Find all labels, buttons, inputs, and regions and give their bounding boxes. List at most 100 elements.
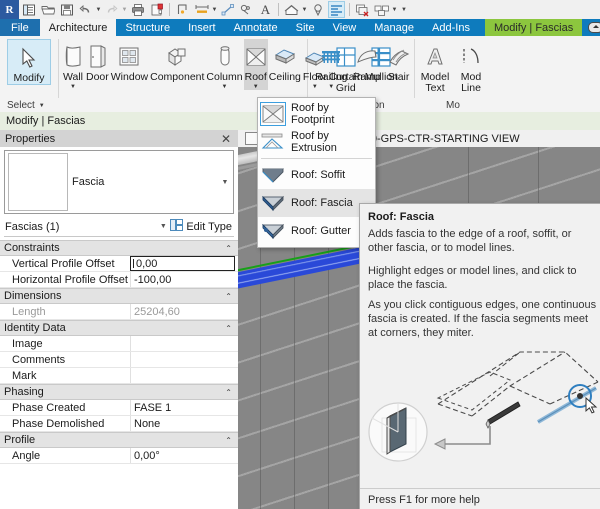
roof-button[interactable]: Roof ▼	[243, 39, 268, 90]
menu-item-roof-gutter[interactable]: Roof: Gutter	[258, 217, 375, 245]
chevron-down-icon[interactable]: ▼	[217, 179, 233, 186]
roof-gutter-icon	[261, 220, 285, 242]
ribbon-tab-bar: File Architecture Structure Insert Annot…	[0, 19, 600, 36]
tab-modify-fascias[interactable]: Modify | Fascias	[484, 19, 583, 36]
application-menu-button[interactable]: R	[0, 0, 19, 19]
open-folder-icon[interactable]	[39, 1, 56, 18]
phase-created-value[interactable]: FASE 1	[130, 400, 238, 415]
tag-by-category-icon[interactable]	[219, 1, 236, 18]
chevron-down-icon[interactable]: ▼	[328, 84, 334, 90]
table-row[interactable]: Vertical Profile Offset 0,00	[0, 256, 238, 272]
chevron-up-icon[interactable]: ⌃	[225, 324, 238, 333]
chevron-up-icon[interactable]: ⌃	[225, 292, 238, 301]
menu-item-roof-by-footprint[interactable]: Roof by Footprint	[258, 100, 375, 128]
modify-button[interactable]: Modify	[7, 39, 51, 85]
section-icon[interactable]	[309, 1, 326, 18]
comments-input[interactable]	[130, 352, 238, 367]
instance-selector-label[interactable]: Fascias (1)	[4, 221, 156, 233]
chevron-down-icon[interactable]: ▼	[39, 103, 45, 109]
redo-icon[interactable]	[103, 1, 120, 18]
horizontal-profile-offset-input[interactable]: -100,00	[130, 272, 238, 287]
ribbon-display-options[interactable]: ▼	[582, 19, 600, 36]
tab-insert[interactable]: Insert	[179, 19, 225, 36]
table-row[interactable]: Image	[0, 336, 238, 352]
menu-item-roof-soffit[interactable]: Roof: Soffit	[258, 161, 375, 189]
close-icon[interactable]: ✕	[218, 133, 234, 145]
chevron-up-icon[interactable]: ⌃	[225, 436, 238, 445]
switch-windows-dropdown-arrow[interactable]: ▼	[391, 1, 398, 18]
ceiling-button[interactable]: Ceiling	[268, 39, 302, 83]
type-selector[interactable]: Fascia ▼	[4, 150, 234, 214]
component-button[interactable]: Component	[149, 39, 205, 83]
image-input[interactable]	[130, 336, 238, 351]
customize-qat-icon[interactable]: ▼	[398, 1, 410, 18]
tab-file[interactable]: File	[0, 19, 40, 36]
group-phasing[interactable]: Phasing ⌃	[0, 384, 238, 400]
group-dimensions[interactable]: Dimensions ⌃	[0, 288, 238, 304]
ramp-button-label: Ramp	[352, 71, 381, 83]
tab-structure[interactable]: Structure	[116, 19, 179, 36]
stair-button[interactable]: Stair	[383, 39, 414, 83]
railing-button[interactable]: Railing ▼	[312, 39, 350, 90]
default-3d-view-icon[interactable]	[283, 1, 300, 18]
ramp-button[interactable]: Ramp	[350, 39, 383, 83]
undo-icon[interactable]	[77, 1, 94, 18]
table-row[interactable]: Phase Demolished None	[0, 416, 238, 432]
table-row[interactable]: Mark	[0, 368, 238, 384]
group-constraints[interactable]: Constraints ⌃	[0, 240, 238, 256]
group-label: Profile	[4, 434, 36, 446]
thin-lines-icon[interactable]	[328, 1, 345, 18]
view-dropdown-arrow[interactable]: ▼	[301, 1, 308, 18]
angle-value[interactable]: 0,00°	[130, 448, 238, 463]
switch-windows-icon[interactable]	[373, 1, 390, 18]
tag-icon[interactable]	[174, 1, 191, 18]
group-identity-data[interactable]: Identity Data ⌃	[0, 320, 238, 336]
align-dimension-icon[interactable]	[193, 1, 210, 18]
redo-dropdown-arrow[interactable]: ▼	[121, 1, 128, 18]
table-row[interactable]: Angle 0,00°	[0, 448, 238, 464]
measure-icon[interactable]	[148, 1, 165, 18]
vertical-profile-offset-input[interactable]: 0,00	[130, 256, 235, 271]
dimension-dropdown-arrow[interactable]: ▼	[211, 1, 218, 18]
table-row[interactable]: Horizontal Profile Offset -100,00	[0, 272, 238, 288]
roof-icon	[245, 42, 267, 72]
model-text-button[interactable]: Model Text	[417, 39, 453, 94]
param-label: Phase Demolished	[12, 417, 105, 430]
chevron-up-icon[interactable]: ⌃	[225, 388, 238, 397]
print-icon[interactable]	[129, 1, 146, 18]
chevron-down-icon[interactable]: ▼	[70, 84, 76, 90]
toolbar-divider	[169, 3, 170, 16]
save-icon[interactable]	[58, 1, 75, 18]
tab-site[interactable]: Site	[287, 19, 324, 36]
tab-view[interactable]: View	[324, 19, 366, 36]
menu-item-roof-fascia[interactable]: Roof: Fascia	[258, 189, 375, 217]
door-button[interactable]: Door	[85, 39, 110, 83]
window-button[interactable]: Window	[110, 39, 149, 83]
text-note-icon[interactable]	[238, 1, 255, 18]
tab-manage[interactable]: Manage	[365, 19, 423, 36]
edit-type-button[interactable]: Edit Type	[170, 219, 234, 234]
tab-annotate[interactable]: Annotate	[225, 19, 287, 36]
phase-demolished-value[interactable]: None	[130, 416, 238, 431]
wall-button[interactable]: Wall ▼	[61, 39, 85, 90]
chevron-down-icon[interactable]: ▼	[253, 84, 259, 90]
column-button[interactable]: Column ▼	[205, 39, 243, 90]
tab-add-ins[interactable]: Add-Ins	[423, 19, 479, 36]
menu-item-roof-by-extrusion[interactable]: Roof by Extrusion	[258, 128, 375, 156]
new-project-icon[interactable]	[20, 1, 37, 18]
text-icon[interactable]: A	[257, 1, 274, 18]
chevron-down-icon[interactable]: ▼	[222, 84, 228, 90]
tab-architecture[interactable]: Architecture	[39, 19, 117, 36]
chevron-up-icon[interactable]: ⌃	[225, 244, 238, 253]
close-hidden-windows-icon[interactable]	[354, 1, 371, 18]
param-label: Angle	[12, 449, 41, 462]
mark-input[interactable]	[130, 368, 238, 383]
group-profile[interactable]: Profile ⌃	[0, 432, 238, 448]
table-row[interactable]: Phase Created FASE 1	[0, 400, 238, 416]
model-line-button[interactable]: Mod Line	[453, 39, 489, 94]
model-text-button-label: Model Text	[420, 71, 450, 94]
properties-header: Properties ✕	[0, 130, 238, 147]
chevron-down-icon[interactable]: ▼	[156, 223, 170, 230]
table-row[interactable]: Comments	[0, 352, 238, 368]
undo-dropdown-arrow[interactable]: ▼	[95, 1, 102, 18]
